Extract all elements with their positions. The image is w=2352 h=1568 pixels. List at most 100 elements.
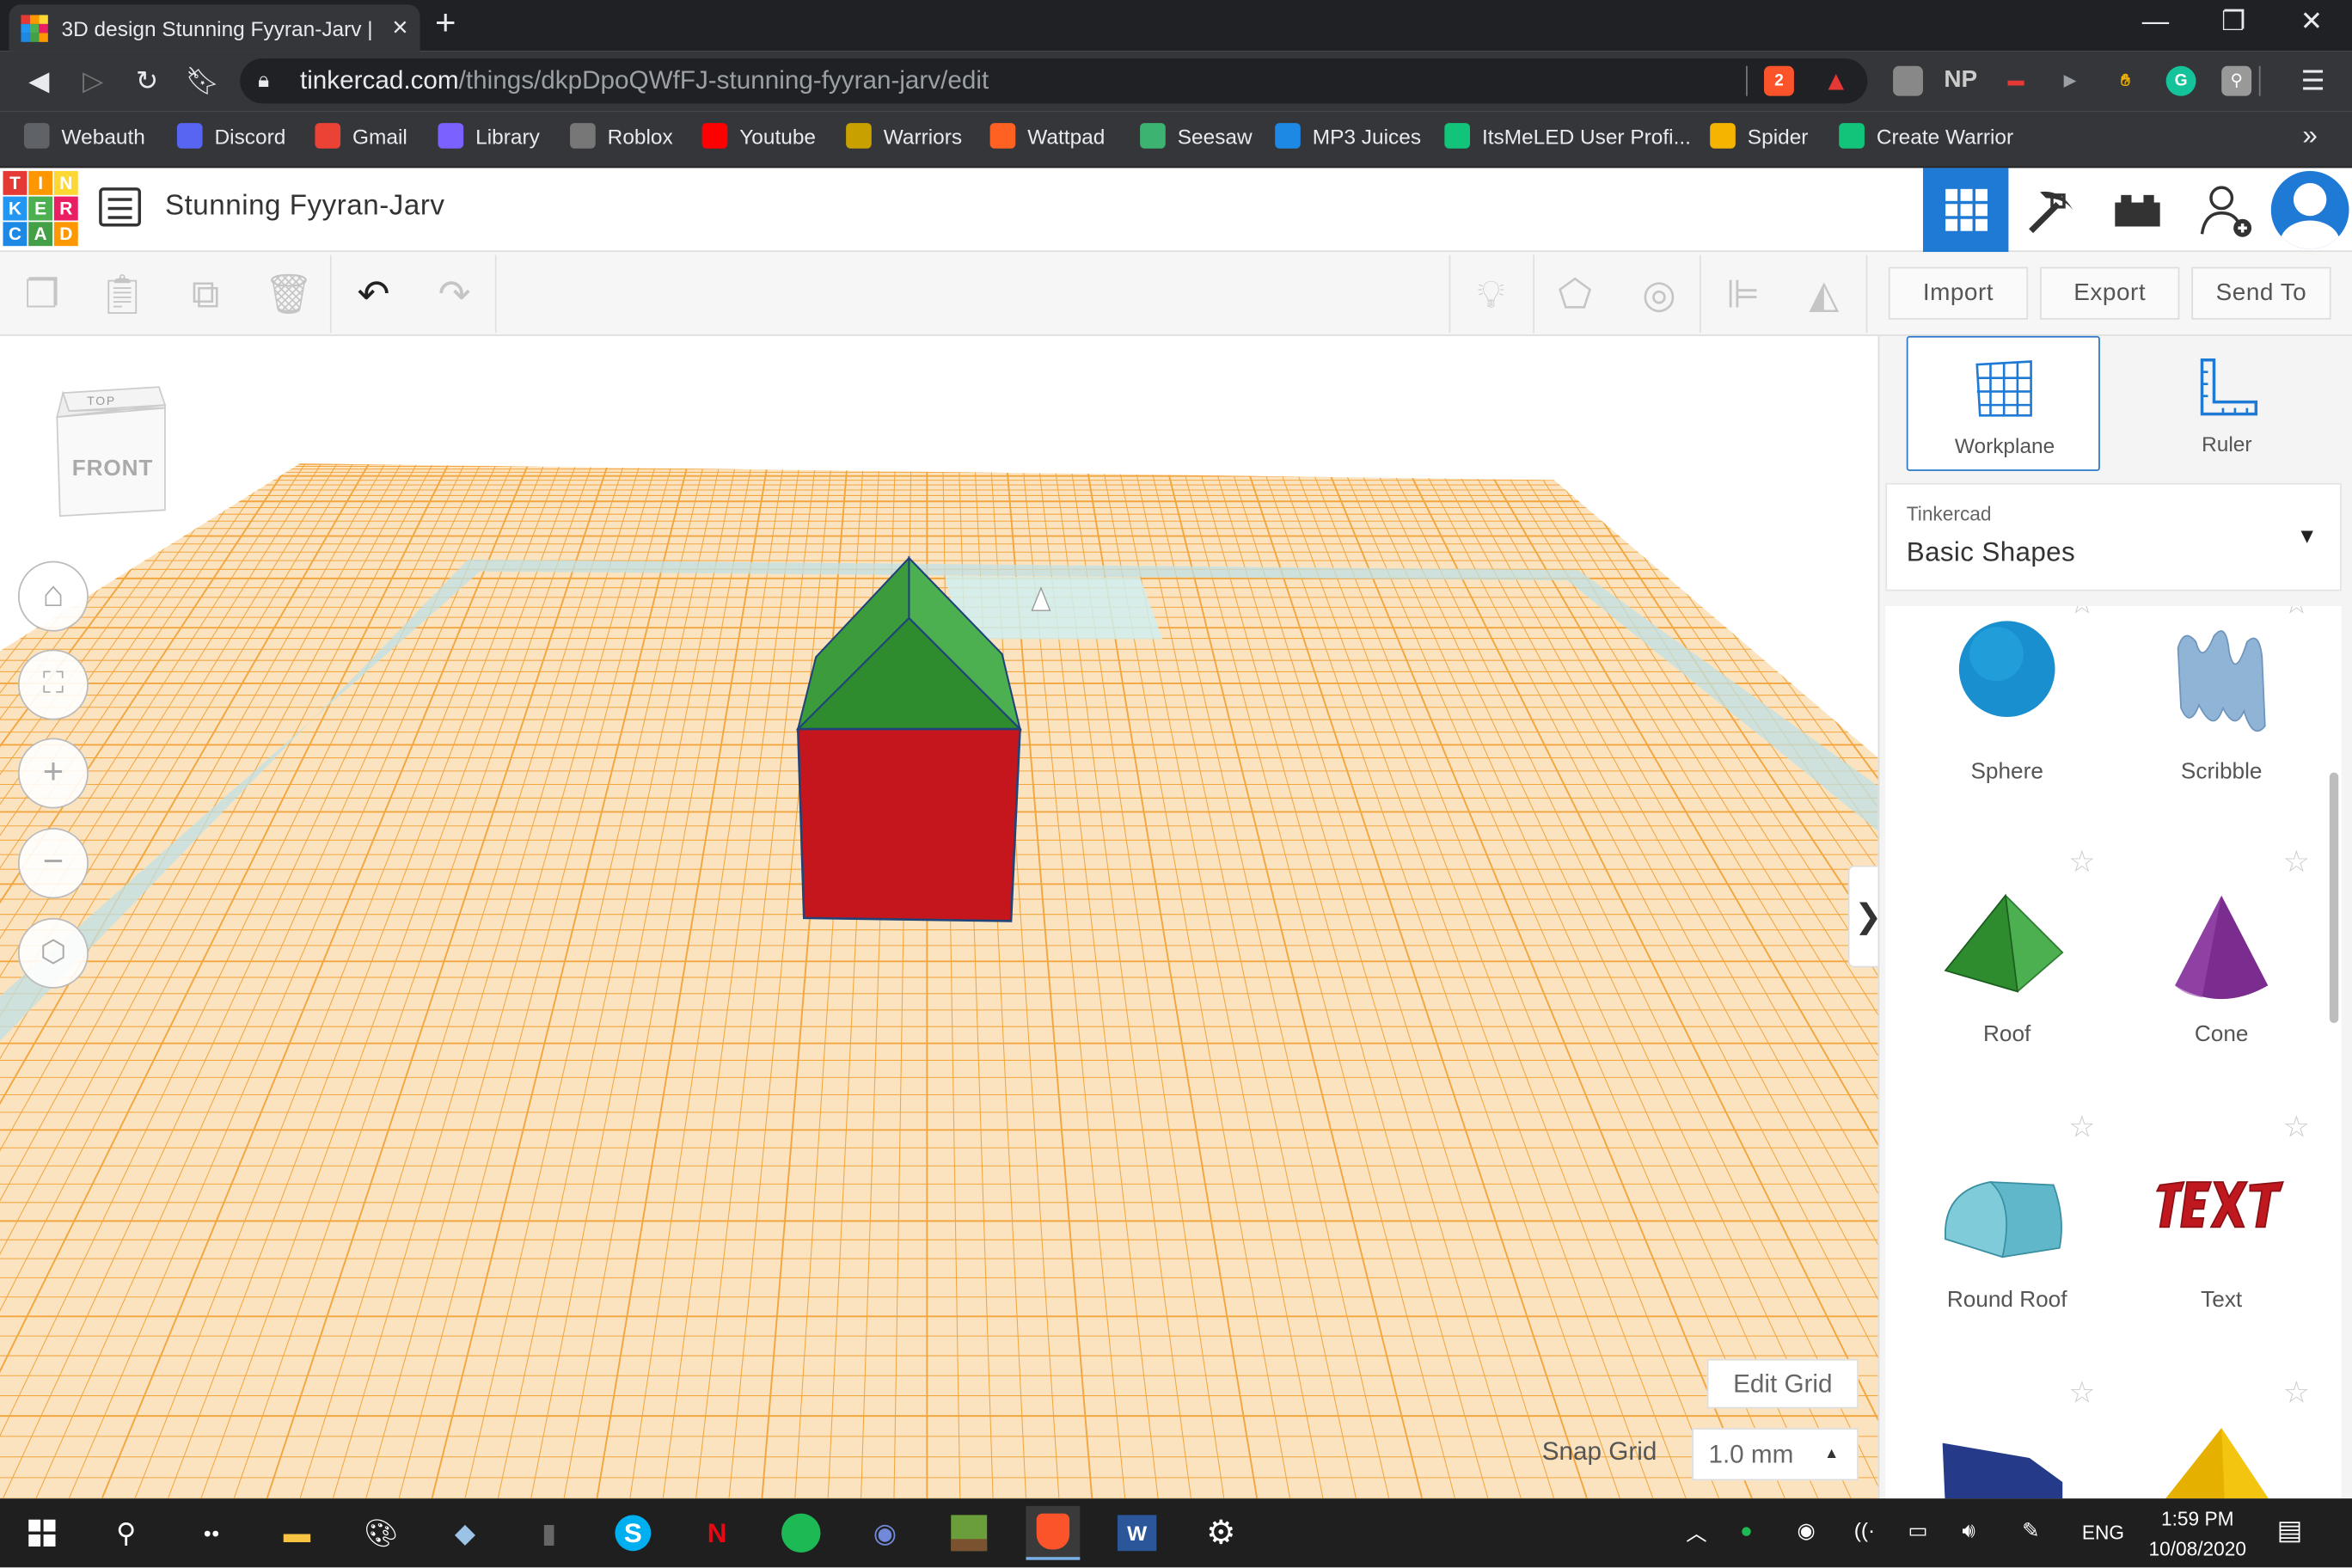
bookmark-item[interactable]: Youtube [701, 123, 816, 149]
browser-tab[interactable]: 3D design Stunning Fyyran-Jarv | T × [9, 4, 420, 52]
favorite-star-icon[interactable]: ☆ [2283, 606, 2310, 622]
bookmark-item[interactable]: Discord [176, 123, 285, 149]
mouse-icon[interactable]: ▮ [522, 1506, 576, 1560]
paint-icon[interactable]: 🎨︎ [354, 1506, 408, 1560]
bookmark-item[interactable]: Spider [1710, 123, 1808, 149]
netflix-icon[interactable]: N [690, 1506, 744, 1560]
notification-icon[interactable]: ▤ [2277, 1515, 2303, 1547]
volume-icon[interactable]: 🔊︎ [1962, 1518, 1975, 1544]
align-icon[interactable]: ⊫ [1719, 270, 1767, 318]
shape-scribble[interactable]: Scribble [2100, 606, 2325, 866]
np-extension-icon[interactable]: NP [1944, 66, 1977, 96]
minecraft-icon[interactable] [942, 1506, 996, 1560]
search-icon[interactable]: ⚲ [99, 1506, 153, 1560]
grammarly-icon[interactable]: G [2165, 65, 2196, 96]
app-icon[interactable]: ●● [185, 1506, 239, 1560]
export-button[interactable]: Export [2040, 266, 2180, 320]
close-window-icon[interactable]: ✕ [2289, 6, 2334, 38]
undo-icon[interactable]: ↶ [350, 270, 398, 318]
pyramid-shape-icon[interactable] [2165, 1425, 2269, 1499]
bookmark-item[interactable]: Webauth [23, 123, 145, 149]
design-list-icon[interactable] [99, 187, 142, 227]
tab-close-icon[interactable]: × [392, 12, 407, 44]
bookmark-item[interactable]: Gmail [315, 123, 407, 149]
bookmarks-overflow-icon[interactable]: » [2302, 120, 2317, 152]
favorite-star-icon[interactable]: ☆ [2068, 606, 2095, 622]
bricks-view-button[interactable] [2094, 168, 2179, 252]
language-indicator[interactable]: ENG [2082, 1521, 2124, 1543]
bookmark-item[interactable]: Warriors [846, 123, 962, 149]
3d-design-view-button[interactable] [1922, 168, 2009, 253]
battery-icon[interactable]: ▭ [1908, 1518, 1928, 1544]
menu-icon[interactable]: ☰ [2295, 66, 2331, 98]
avatar[interactable] [2270, 170, 2349, 249]
back-icon[interactable]: ◀ [21, 66, 57, 98]
tray-chevron-icon[interactable]: ︿ [1686, 1518, 1706, 1548]
puzzle-extension-icon[interactable]: ⚲ [2221, 65, 2252, 96]
favorite-star-icon[interactable]: ☆ [2068, 1374, 2095, 1412]
bookmark-item[interactable]: Create Warrior [1839, 123, 2013, 149]
shape-round-roof[interactable]: Round Roof [1885, 1131, 2110, 1397]
duplicate-icon[interactable]: ⧉ [181, 270, 230, 318]
3d-workspace[interactable] [0, 335, 1878, 1499]
edit-grid-button[interactable]: Edit Grid [1706, 1358, 1859, 1409]
minimize-icon[interactable]: — [2133, 6, 2177, 38]
restore-icon[interactable]: ❐ [2211, 6, 2256, 38]
home-view-button[interactable]: ⌂ [17, 560, 89, 632]
shape-sphere[interactable]: Sphere [1885, 606, 2110, 866]
word-icon[interactable]: W [1110, 1506, 1164, 1560]
perspective-button[interactable]: ⬡ [17, 917, 89, 989]
brave-shields-icon[interactable]: 2 [1764, 65, 1794, 96]
reload-icon[interactable]: ↻ [129, 66, 165, 98]
extension-icon[interactable] [1893, 65, 1923, 96]
settings-gear-icon[interactable]: ⚙ [1194, 1506, 1248, 1560]
shape-library-select[interactable]: Tinkercad Basic Shapes ▼ [1885, 482, 2342, 591]
lightbulb-icon[interactable]: 💡︎ [1467, 270, 1516, 318]
panel-scrollbar[interactable] [2329, 772, 2339, 1024]
wifi-icon[interactable]: ((· [1854, 1518, 1875, 1542]
paste-icon[interactable]: 📋︎ [97, 270, 147, 318]
discord-icon[interactable]: ◉ [858, 1506, 912, 1560]
design-title[interactable]: Stunning Fyyran-Jarv [165, 191, 445, 224]
view-cube[interactable]: TOP FRONT [54, 384, 167, 518]
cursor-extension-icon[interactable]: ▶ [2055, 66, 2086, 96]
ruler-button[interactable]: Ruler [2130, 336, 2324, 471]
workplane-button[interactable]: Workplane [1906, 335, 2100, 471]
windows-start-icon[interactable] [15, 1506, 69, 1560]
skype-icon[interactable]: S [606, 1506, 660, 1560]
pen-icon[interactable]: ✎ [2022, 1518, 2039, 1544]
forward-icon[interactable]: ▷ [75, 66, 111, 98]
system-clock[interactable]: 1:59 PM 10/08/2020 [2139, 1504, 2256, 1565]
bookmark-item[interactable]: Wattpad [989, 123, 1105, 149]
tray-discord-icon[interactable]: ◉ [1797, 1518, 1815, 1544]
brave-rewards-icon[interactable]: ▲ [1821, 66, 1851, 96]
tray-spotify-icon[interactable]: ● [1740, 1518, 1753, 1542]
prism-shape-icon[interactable] [1939, 1437, 2068, 1499]
copy-icon[interactable]: ❐ [18, 270, 66, 318]
snap-grid-select[interactable]: 1.0 mm ▲ [1692, 1428, 1859, 1481]
zoom-out-button[interactable]: − [17, 828, 89, 899]
record-extension-icon[interactable]: ▬ [2001, 66, 2031, 96]
mirror-icon[interactable]: ◭ [1800, 270, 1848, 318]
send-to-button[interactable]: Send To [2191, 266, 2331, 320]
house-model[interactable] [780, 546, 1042, 936]
bookmark-item[interactable]: Seesaw [1140, 123, 1253, 149]
hand-extension-icon[interactable]: ✋︎ [2110, 66, 2141, 96]
spotify-icon[interactable] [774, 1506, 828, 1560]
fit-view-button[interactable]: ⛶ [17, 649, 89, 720]
zoom-in-button[interactable]: + [17, 738, 89, 809]
bookmark-icon[interactable]: 🔖︎ [185, 66, 221, 98]
file-explorer-icon[interactable]: ▬ [270, 1506, 324, 1560]
bookmark-item[interactable]: Roblox [570, 123, 673, 149]
bookmark-item[interactable]: MP3 Juices [1275, 123, 1421, 149]
import-button[interactable]: Import [1888, 266, 2029, 320]
address-bar[interactable]: tinkercad.com/things/dkpDpoQWfFJ-stunnin… [240, 58, 1868, 104]
blocks-view-button[interactable] [2008, 168, 2093, 252]
shape-text[interactable]: Text [2100, 1131, 2325, 1397]
notes-icon[interactable]: ◆ [438, 1506, 493, 1560]
shape-cone[interactable]: Cone [2100, 866, 2325, 1131]
ungroup-icon[interactable]: ◎ [1635, 270, 1683, 318]
bookmark-item[interactable]: Library [438, 123, 540, 149]
bookmark-item[interactable]: ItsMeLED User Profi... [1444, 123, 1691, 149]
shape-roof[interactable]: Roof [1885, 866, 2110, 1131]
